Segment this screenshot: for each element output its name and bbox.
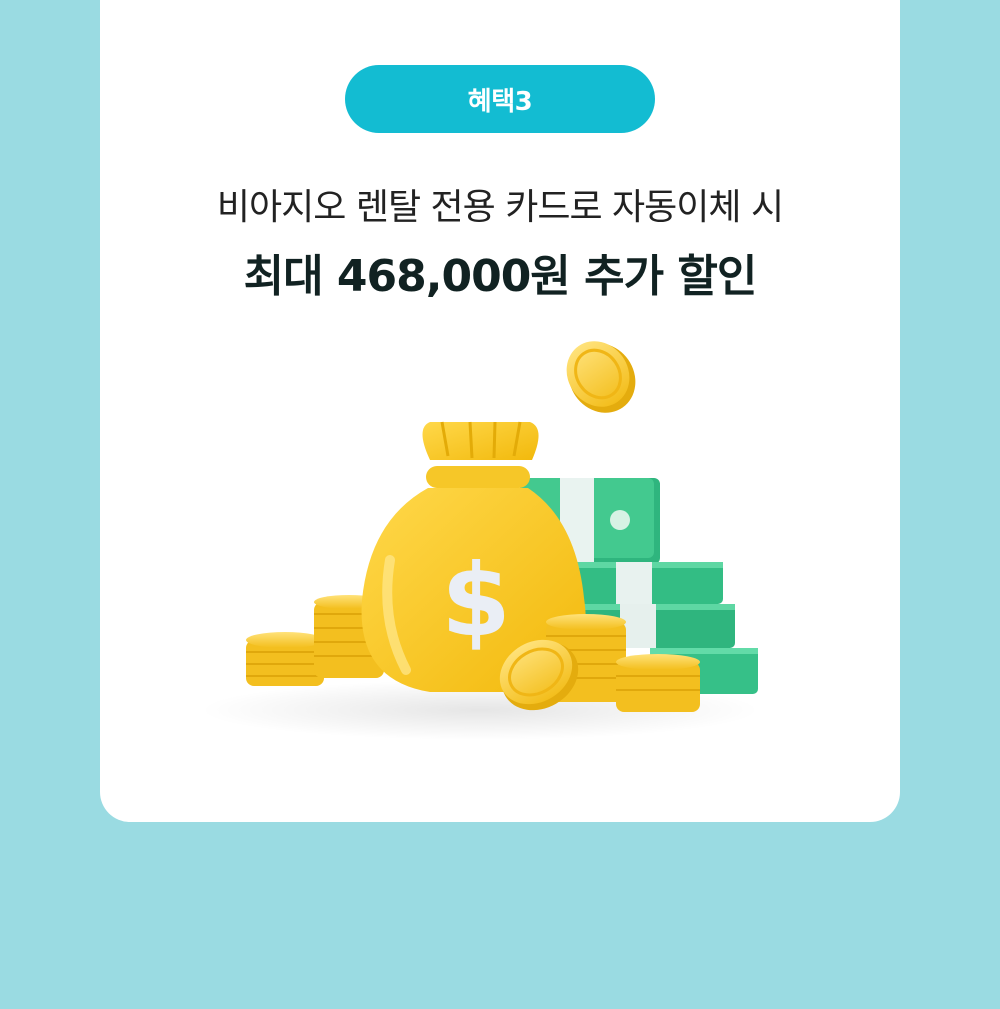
benefit-subtitle: 비아지오 렌탈 전용 카드로 자동이체 시: [216, 187, 784, 228]
coin-stack-icon: [616, 654, 700, 712]
benefit-badge-label: 혜택3: [467, 86, 533, 117]
coin-stack-icon: [246, 632, 324, 686]
svg-text:$: $: [441, 542, 511, 659]
benefit-headline: 최대 468,000원 추가 할인: [243, 251, 758, 302]
money-illustration: $: [200, 341, 760, 740]
dollar-sign-icon: $: [441, 542, 511, 659]
flying-coin-icon: [566, 341, 636, 413]
benefit-badge: 혜택3: [345, 65, 655, 133]
